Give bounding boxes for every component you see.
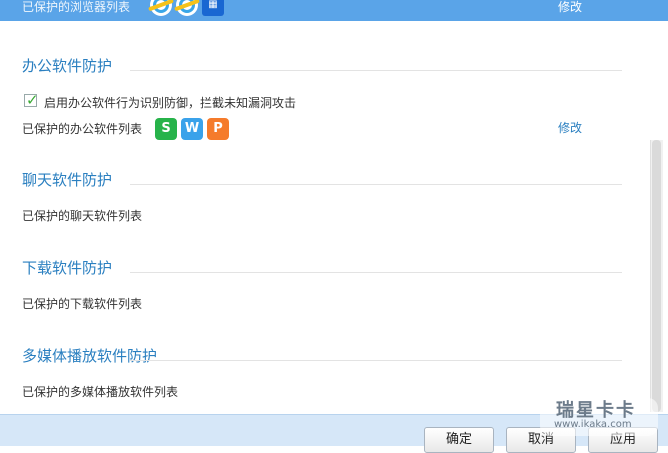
chat-protected-list-label: 已保护的聊天软件列表: [22, 209, 143, 223]
watermark: 瑞星卡卡 www.ikaka.com: [540, 394, 662, 438]
section-divider: [130, 272, 622, 273]
ok-button[interactable]: 确定: [424, 427, 494, 453]
top-scrolled-section: 已保护的浏览器列表 ▦ 修改: [0, 0, 668, 21]
watermark-url: www.ikaka.com: [554, 419, 632, 430]
office-protection-title: 办公软件防护: [22, 57, 113, 75]
browser-app-icon: ▦: [202, 0, 224, 16]
wps-presentation-icon: P: [207, 118, 229, 140]
office-protected-list-label: 已保护的办公软件列表: [22, 122, 143, 136]
download-protection-title: 下载软件防护: [22, 259, 113, 277]
office-behavior-checkbox[interactable]: ✓: [24, 91, 39, 109]
office-edit-link[interactable]: 修改: [558, 119, 582, 136]
wps-spreadsheet-icon: S: [155, 118, 177, 140]
checkmark-icon: ✓: [26, 91, 39, 109]
wps-writer-icon: W: [181, 118, 203, 140]
section-divider: [130, 70, 622, 71]
office-behavior-label[interactable]: 启用办公软件行为识别防御，拦截未知漏洞攻击: [44, 94, 296, 111]
ie-browser-icon: [150, 0, 172, 16]
media-protection-title: 多媒体播放软件防护: [22, 347, 158, 365]
section-divider: [130, 360, 622, 361]
browser-edit-link[interactable]: 修改: [558, 0, 582, 15]
browser-icons: ▦: [150, 0, 224, 16]
browser-list-label: 已保护的浏览器列表: [22, 0, 131, 14]
section-divider: [130, 184, 622, 185]
chat-protection-title: 聊天软件防护: [22, 171, 113, 189]
media-protected-list-label: 已保护的多媒体播放软件列表: [22, 385, 179, 399]
office-app-icons: S W P: [155, 118, 229, 140]
browser-list-row: 已保护的浏览器列表 ▦ 修改: [22, 0, 622, 21]
download-protected-list-label: 已保护的下载软件列表: [22, 297, 143, 311]
scrollbar-thumb[interactable]: [652, 140, 661, 412]
ie-browser-icon-2: [176, 0, 198, 16]
